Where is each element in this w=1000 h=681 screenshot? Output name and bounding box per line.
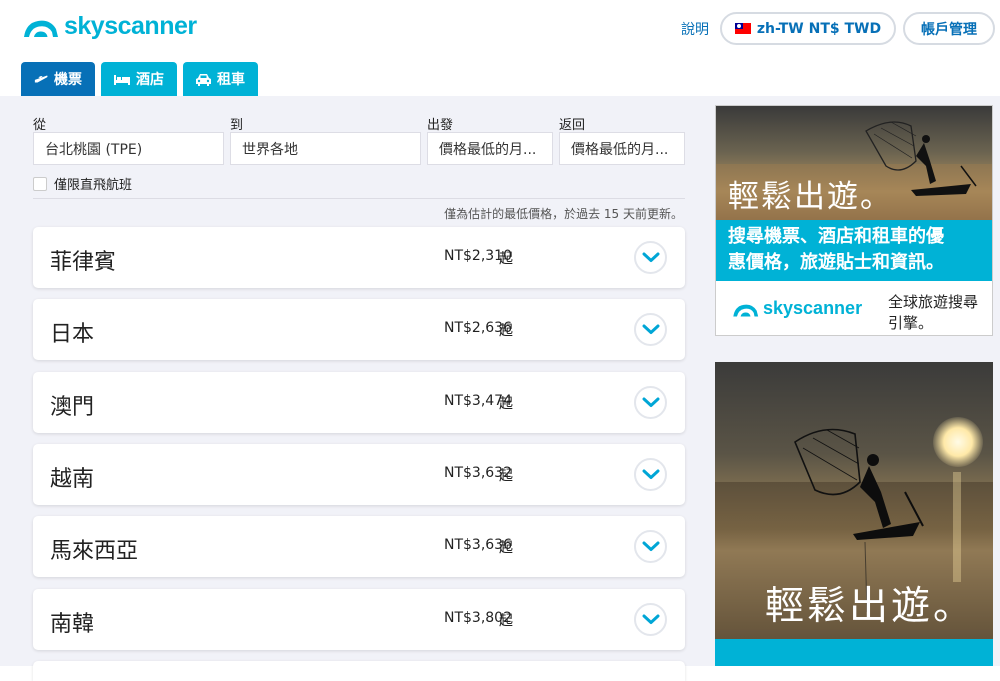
return-field[interactable]: 價格最低的月... xyxy=(559,132,685,165)
tab-hotels-label: 酒店 xyxy=(136,72,164,88)
list-item[interactable]: 菲律賓 NT$2,310 起 xyxy=(33,227,685,288)
sunrise-cloud-icon xyxy=(24,20,58,37)
account-button[interactable]: 帳戶管理 xyxy=(903,12,995,45)
expand-button[interactable] xyxy=(634,386,667,419)
country-name: 越南 xyxy=(50,467,95,492)
taiwan-flag-icon xyxy=(734,23,751,34)
tab-car-hire[interactable]: 租車 xyxy=(183,62,258,96)
divider xyxy=(33,198,685,199)
skyscanner-logo[interactable]: skyscanner xyxy=(20,10,197,42)
to-field[interactable]: 世界各地 xyxy=(230,132,421,165)
list-item[interactable] xyxy=(33,661,685,681)
country-name: 馬來西亞 xyxy=(50,539,139,564)
return-label: 返回 xyxy=(559,118,586,133)
ad-band-line-1: 搜尋機票、酒店和租車的優 xyxy=(728,226,944,247)
bed-icon xyxy=(114,73,130,85)
chevron-down-icon xyxy=(642,252,659,262)
price-note: 僅為估計的最低價格，於過去 15 天前更新。 xyxy=(444,207,683,221)
price-suffix: 起 xyxy=(499,540,513,556)
direct-flights-option[interactable]: 僅限直飛航班 xyxy=(33,174,132,193)
depart-label: 出發 xyxy=(427,118,454,133)
list-item[interactable]: 日本 NT$2,636 起 xyxy=(33,299,685,360)
depart-field[interactable]: 價格最低的月... xyxy=(427,132,553,165)
list-item[interactable]: 澳門 NT$3,474 起 xyxy=(33,372,685,433)
ad-photo: 輕鬆出遊。 xyxy=(716,106,992,220)
plane-icon xyxy=(34,72,48,86)
country-name: 日本 xyxy=(50,322,95,347)
ad-band-line-2: 惠價格，旅遊貼士和資訊。 xyxy=(728,252,944,273)
list-item[interactable]: 馬來西亞 NT$3,636 起 xyxy=(33,516,685,577)
account-label: 帳戶管理 xyxy=(921,21,977,38)
price-suffix: 起 xyxy=(499,396,513,412)
top-header: skyscanner 說明 zh-TW NT$ TWD 帳戶管理 機票 酒店 租… xyxy=(0,0,1000,96)
skyscanner-ad-banner[interactable]: 輕鬆出遊。 搜尋機票、酒店和租車的優 惠價格，旅遊貼士和資訊。 skyscann… xyxy=(715,105,993,336)
direct-flights-label: 僅限直飛航班 xyxy=(54,178,133,193)
chevron-down-icon xyxy=(642,397,659,407)
country-name: 菲律賓 xyxy=(50,250,117,275)
price-suffix: 起 xyxy=(499,251,513,267)
skyscanner-ad-tall[interactable]: 輕鬆出遊。 xyxy=(715,362,993,666)
expand-button[interactable] xyxy=(634,603,667,636)
expand-button[interactable] xyxy=(634,530,667,563)
tab-hotels[interactable]: 酒店 xyxy=(101,62,177,96)
tab-flights[interactable]: 機票 xyxy=(21,62,95,96)
locale-currency-button[interactable]: zh-TW NT$ TWD xyxy=(720,12,896,45)
from-label: 從 xyxy=(33,118,47,133)
locale-label: zh-TW NT$ TWD xyxy=(756,20,882,37)
tab-flights-label: 機票 xyxy=(54,72,82,88)
chevron-down-icon xyxy=(642,469,659,479)
list-item[interactable]: 南韓 NT$3,802 起 xyxy=(33,589,685,650)
direct-flights-checkbox[interactable] xyxy=(33,176,47,191)
expand-button[interactable] xyxy=(634,313,667,346)
chevron-down-icon xyxy=(642,614,659,624)
main-content: 從 台北桃園 (TPE) 到 世界各地 出發 價格最低的月... 返回 價格最低… xyxy=(0,96,1000,681)
country-name: 南韓 xyxy=(50,612,95,637)
ad-logo-text: skyscanner xyxy=(763,298,863,318)
ad-tagline: 全球旅遊搜尋引擎。 xyxy=(888,293,979,332)
logo-wordmark: skyscanner xyxy=(64,11,197,40)
expand-button[interactable] xyxy=(634,241,667,274)
from-field[interactable]: 台北桃園 (TPE) xyxy=(33,132,224,165)
ad-headline: 輕鬆出遊。 xyxy=(728,179,893,215)
tab-car-hire-label: 租車 xyxy=(217,72,245,88)
chevron-down-icon xyxy=(642,541,659,551)
chevron-down-icon xyxy=(642,324,659,334)
sunrise-cloud-icon xyxy=(733,304,759,317)
price-suffix: 起 xyxy=(499,468,513,484)
ad-footer: skyscanner 全球旅遊搜尋引擎。 xyxy=(716,281,992,335)
help-link[interactable]: 說明 xyxy=(681,19,709,39)
list-item[interactable]: 越南 NT$3,632 起 xyxy=(33,444,685,505)
price-suffix: 起 xyxy=(499,613,513,629)
expand-button[interactable] xyxy=(634,458,667,491)
ad-headline: 輕鬆出遊。 xyxy=(765,584,976,629)
price-suffix: 起 xyxy=(499,323,513,339)
car-icon xyxy=(196,73,211,86)
to-label: 到 xyxy=(230,118,244,133)
ad-blue-band: 搜尋機票、酒店和租車的優 惠價格，旅遊貼士和資訊。 xyxy=(716,220,992,281)
ad-blue-band xyxy=(715,639,993,666)
ad-skyscanner-logo: skyscanner xyxy=(730,298,862,319)
country-name: 澳門 xyxy=(50,395,95,420)
search-tabs: 機票 酒店 租車 xyxy=(21,62,258,96)
